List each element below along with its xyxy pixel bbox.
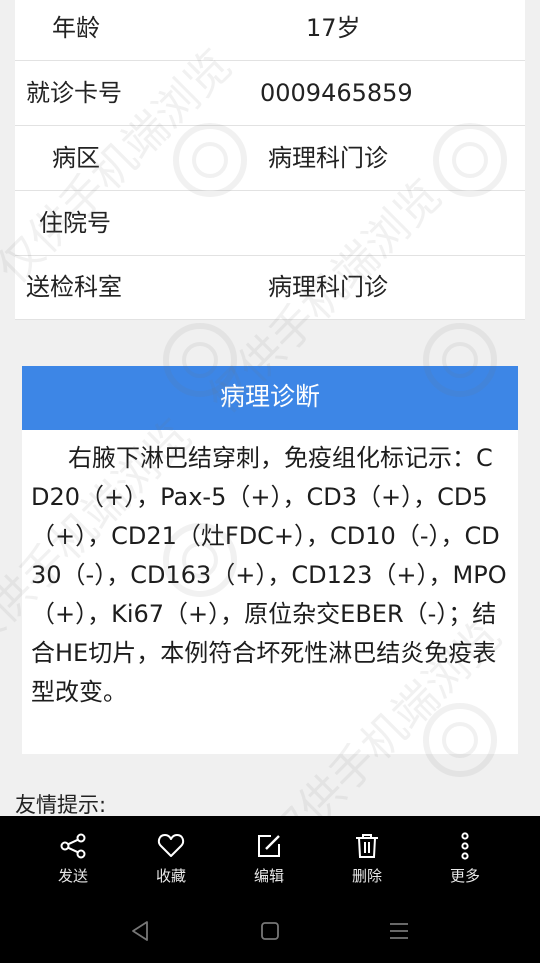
info-value: 病理科门诊 (268, 144, 388, 172)
info-value: 0009465859 (260, 79, 413, 107)
send-label: 发送 (57, 867, 88, 885)
diagnosis-card: 病理诊断 右腋下淋巴结穿刺，免疫组化标记示：CD20（+），Pax-5（+），C… (22, 366, 518, 754)
trash-icon (356, 834, 378, 858)
edit-label: 编辑 (253, 867, 284, 885)
heart-icon (157, 834, 185, 857)
diagnosis-text: 右腋下淋巴结穿刺，免疫组化标记示：CD20（+），Pax-5（+），CD3（+）… (31, 444, 507, 706)
info-row-age: 年龄 17岁 (15, 0, 525, 61)
more-button[interactable]: 更多 (416, 816, 514, 900)
info-value: 病理科门诊 (268, 273, 388, 301)
diagnosis-title: 病理诊断 (22, 366, 518, 430)
system-nav-bar (0, 900, 540, 963)
delete-label: 删除 (351, 867, 382, 885)
delete-button[interactable]: 删除 (318, 816, 416, 900)
favorite-button[interactable]: 收藏 (122, 816, 220, 900)
share-icon (60, 833, 86, 859)
info-row-card-number: 就诊卡号 0009465859 (15, 61, 525, 126)
home-icon[interactable] (255, 916, 285, 946)
edit-button[interactable]: 编辑 (220, 816, 318, 900)
back-icon[interactable] (126, 916, 156, 946)
patient-info-card: 年龄 17岁 就诊卡号 0009465859 病区 病理科门诊 住院号 送检科室… (15, 0, 525, 320)
info-label: 住院号 (39, 209, 111, 237)
more-label: 更多 (449, 867, 480, 885)
edit-icon (258, 835, 280, 857)
info-label: 送检科室 (26, 273, 122, 301)
bottom-toolbar: 发送 收藏 编辑 删除 更多 (0, 816, 540, 900)
info-value: 17岁 (306, 14, 361, 42)
info-row-inpatient-number: 住院号 (15, 191, 525, 256)
menu-icon[interactable] (384, 916, 414, 946)
send-button[interactable]: 发送 (24, 816, 122, 900)
info-row-department: 送检科室 病理科门诊 (15, 255, 525, 320)
info-label: 年龄 (52, 14, 100, 42)
info-label: 病区 (52, 144, 100, 172)
more-vertical-icon (461, 832, 469, 860)
info-label: 就诊卡号 (26, 79, 122, 107)
info-row-ward: 病区 病理科门诊 (15, 126, 525, 191)
favorite-label: 收藏 (155, 867, 186, 885)
